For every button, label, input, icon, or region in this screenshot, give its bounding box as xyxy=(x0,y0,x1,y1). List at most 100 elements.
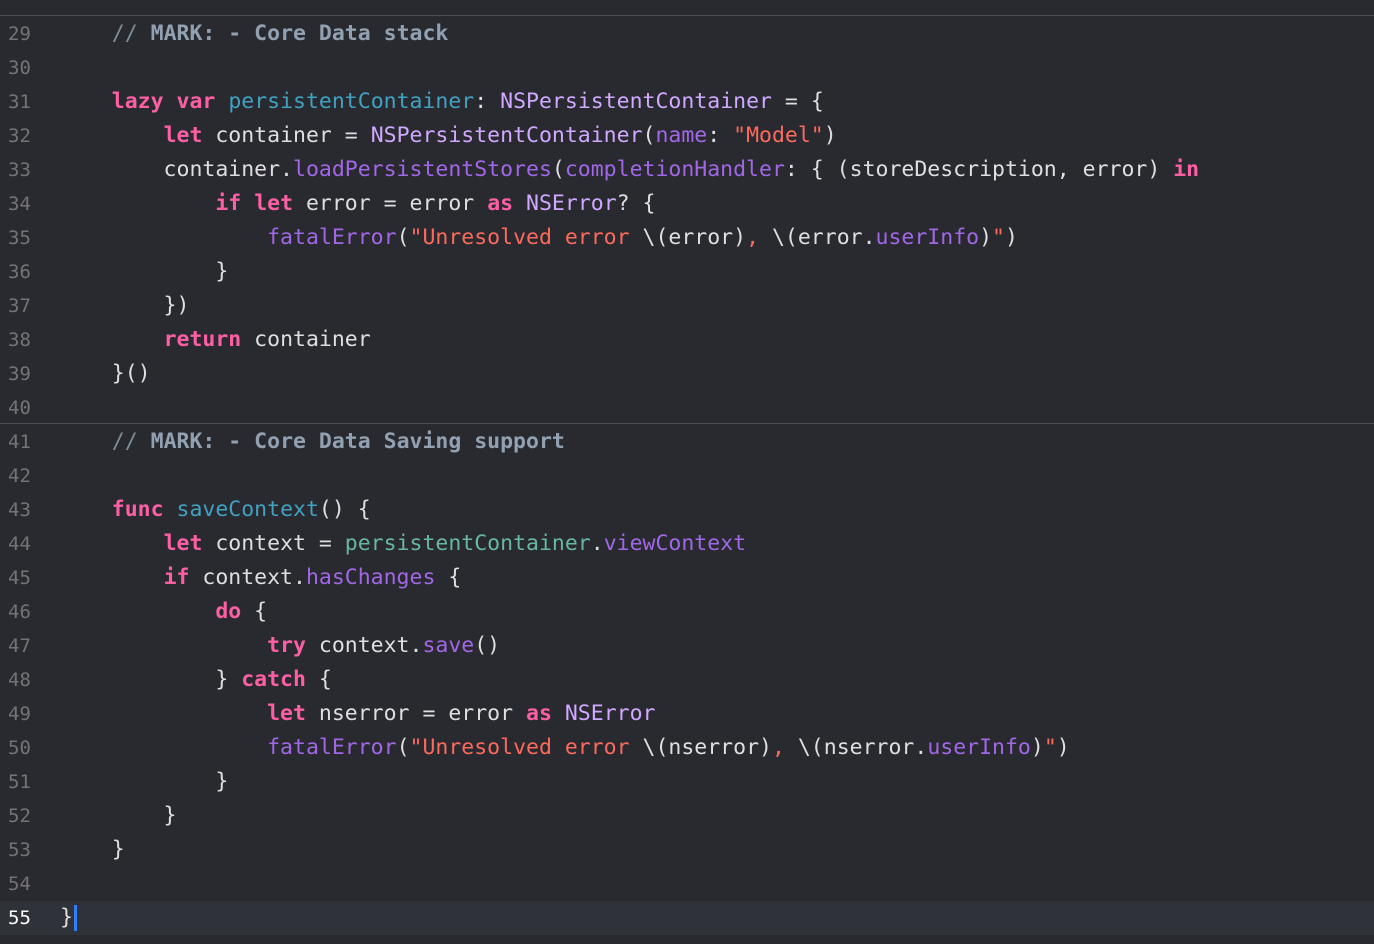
code-text: try context.save() xyxy=(60,629,500,663)
line-number: 50 xyxy=(8,737,31,759)
line-number: 29 xyxy=(8,23,31,45)
code-token: name xyxy=(655,123,708,148)
code-token: context. xyxy=(189,565,306,590)
code-text: }() xyxy=(60,357,151,391)
code-token: in xyxy=(1173,157,1200,182)
line-number: 49 xyxy=(8,703,31,725)
code-token: container xyxy=(241,327,371,352)
code-line[interactable]: 31 lazy var persistentContainer: NSPersi… xyxy=(0,85,1374,119)
code-line[interactable]: 48 } catch { xyxy=(0,663,1374,697)
code-token: } xyxy=(60,837,125,862)
code-token: "Model" xyxy=(733,123,824,148)
code-token: var xyxy=(176,89,216,114)
code-token: " xyxy=(1043,735,1057,760)
code-token: ( xyxy=(396,225,410,250)
line-number: 38 xyxy=(8,329,31,351)
code-token: let xyxy=(254,191,294,216)
code-token: ( xyxy=(551,157,565,182)
code-token: ) xyxy=(823,123,837,148)
code-line[interactable]: 54 xyxy=(0,867,1374,901)
code-line[interactable]: 39 }() xyxy=(0,357,1374,391)
code-token: ( xyxy=(396,735,410,760)
code-token: container = xyxy=(202,123,371,148)
code-token: " xyxy=(992,225,1005,250)
code-line[interactable]: 47 try context.save() xyxy=(0,629,1374,663)
code-token: ) xyxy=(1030,735,1044,760)
code-line[interactable]: 37 }) xyxy=(0,289,1374,323)
code-line[interactable]: 38 return container xyxy=(0,323,1374,357)
code-line[interactable]: 53 } xyxy=(0,833,1374,867)
code-line[interactable]: 44 let context = persistentContainer.vie… xyxy=(0,527,1374,561)
code-token: userInfo xyxy=(875,225,980,250)
code-token: , xyxy=(746,225,772,250)
code-line[interactable]: 36 } xyxy=(0,255,1374,289)
code-line[interactable]: 29 // MARK: - Core Data stack xyxy=(0,17,1374,51)
code-line[interactable]: 43 func saveContext() { xyxy=(0,493,1374,527)
code-line[interactable]: 51 } xyxy=(0,765,1374,799)
code-line[interactable]: 35 fatalError("Unresolved error \(error)… xyxy=(0,221,1374,255)
mark-separator xyxy=(0,15,1374,16)
code-token: () { xyxy=(318,497,371,522)
code-token: userInfo xyxy=(927,735,1031,760)
code-line[interactable]: 40 xyxy=(0,391,1374,425)
code-text: fatalError("Unresolved error \(nserror),… xyxy=(60,731,1070,765)
line-number: 35 xyxy=(8,227,31,249)
code-token: // xyxy=(111,21,151,46)
code-text: // MARK: - Core Data Saving support xyxy=(60,425,565,459)
code-text: // MARK: - Core Data stack xyxy=(60,17,449,51)
code-text: } xyxy=(60,833,125,867)
code-line[interactable]: 41 // MARK: - Core Data Saving support xyxy=(0,425,1374,459)
code-text: }) xyxy=(60,289,190,323)
code-line[interactable]: 52 } xyxy=(0,799,1374,833)
line-number: 42 xyxy=(8,465,31,487)
line-number: 48 xyxy=(8,669,31,691)
line-number: 52 xyxy=(8,805,31,827)
code-token: \(nserror. xyxy=(797,735,928,760)
code-token: MARK: - Core Data Saving support xyxy=(150,429,565,454)
line-number: 32 xyxy=(8,125,31,147)
code-token: : xyxy=(474,89,501,114)
code-line[interactable]: 50 fatalError("Unresolved error \(nserro… xyxy=(0,731,1374,765)
code-line[interactable]: 55} xyxy=(0,901,1374,935)
code-token: loadPersistentStores xyxy=(293,157,552,182)
code-token: return xyxy=(163,327,242,352)
code-token: if xyxy=(215,191,242,216)
code-token: } xyxy=(60,259,229,284)
code-token: viewContext xyxy=(603,531,747,556)
code-token: ) xyxy=(1005,225,1018,250)
text-caret xyxy=(73,905,77,931)
code-token: { xyxy=(241,599,268,624)
code-line[interactable]: 46 do { xyxy=(0,595,1374,629)
code-line[interactable]: 42 xyxy=(0,459,1374,493)
code-token: fatalError xyxy=(267,735,397,760)
code-line[interactable]: 30 xyxy=(0,51,1374,85)
code-line[interactable]: 49 let nserror = error as NSError xyxy=(0,697,1374,731)
code-text: let context = persistentContainer.viewCo… xyxy=(60,527,747,561)
code-token: } xyxy=(60,667,242,692)
code-line[interactable]: 33 container.loadPersistentStores(comple… xyxy=(0,153,1374,187)
code-line[interactable]: 45 if context.hasChanges { xyxy=(0,561,1374,595)
code-text: container.loadPersistentStores(completio… xyxy=(60,153,1200,187)
code-token: \(nserror) xyxy=(642,735,772,760)
code-token: as xyxy=(487,191,514,216)
line-number: 34 xyxy=(8,193,31,215)
code-line[interactable]: 34 if let error = error as NSError? { xyxy=(0,187,1374,221)
code-token: save xyxy=(422,633,475,658)
code-line[interactable]: 32 let container = NSPersistentContainer… xyxy=(0,119,1374,153)
code-token: { xyxy=(305,667,332,692)
line-number: 30 xyxy=(8,57,31,79)
code-token: , xyxy=(771,735,798,760)
code-editor[interactable]: 29 // MARK: - Core Data stack 30 31 lazy v… xyxy=(0,0,1374,944)
code-token: error = error xyxy=(293,191,488,216)
line-number: 47 xyxy=(8,635,31,657)
